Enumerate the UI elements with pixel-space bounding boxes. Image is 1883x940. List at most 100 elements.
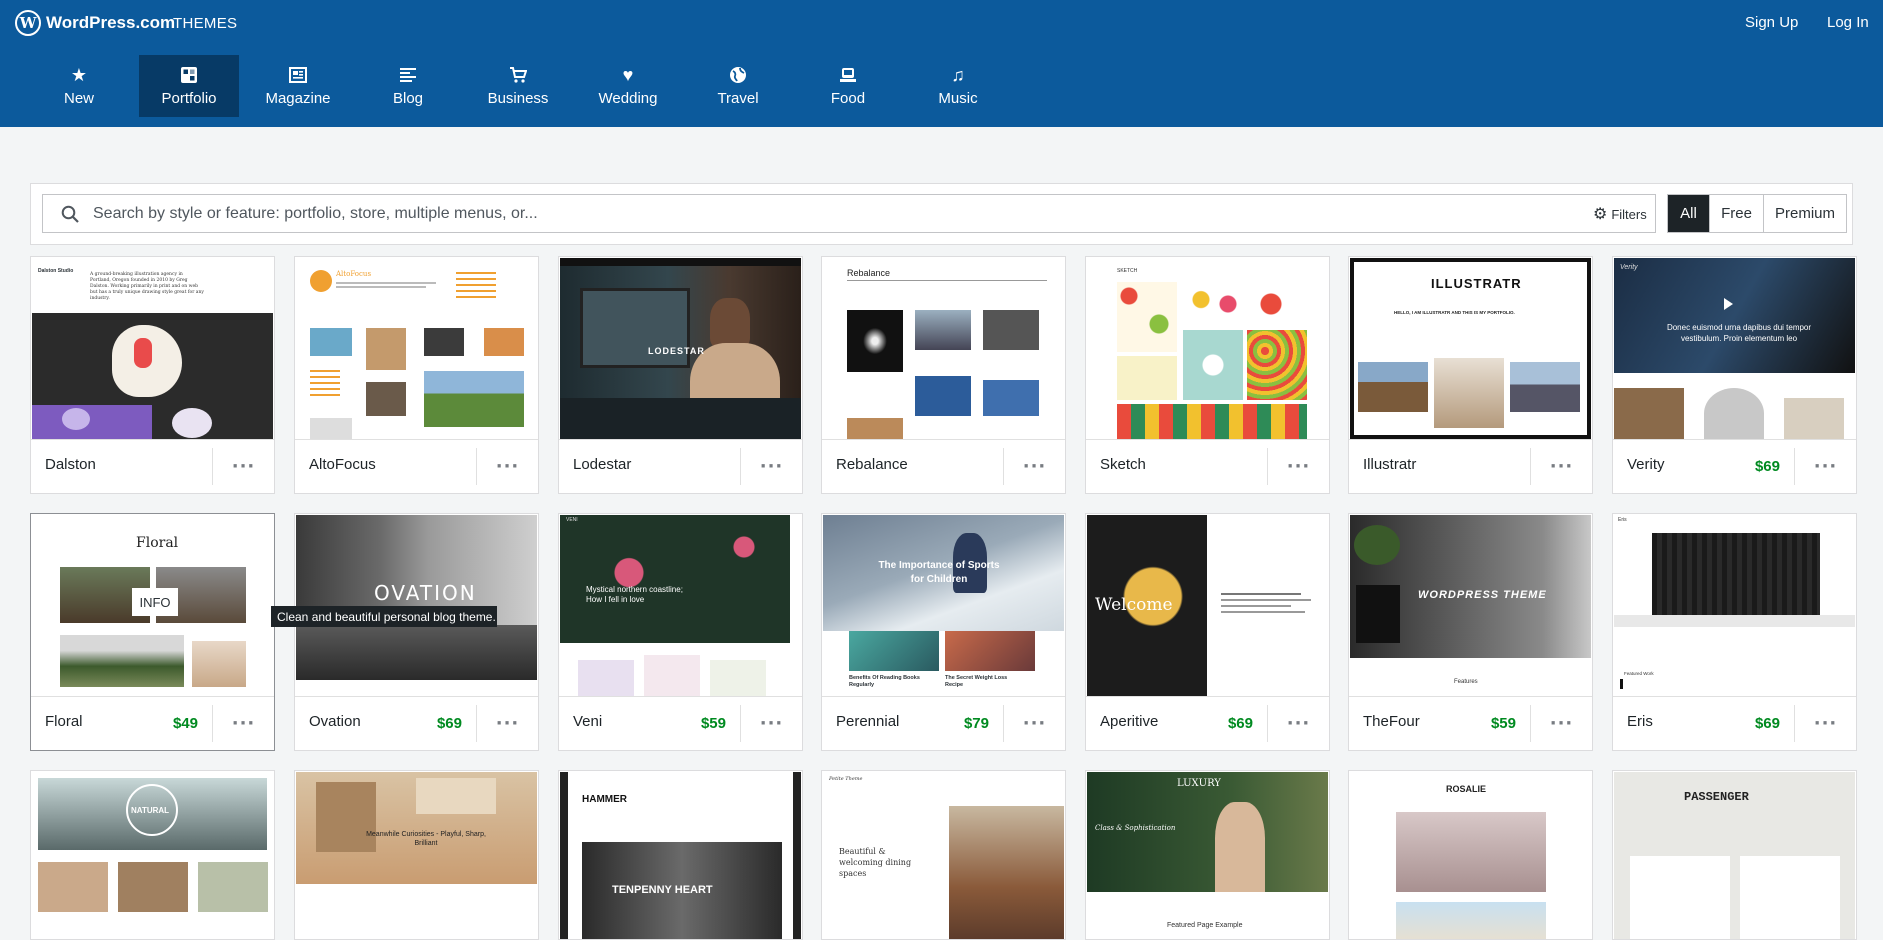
theme-name[interactable]: Aperitive — [1100, 713, 1158, 730]
theme-card-floral[interactable]: Floral INFO Floral $49 ··· — [30, 513, 275, 751]
more-options-button[interactable]: ··· — [1794, 448, 1856, 485]
theme-info-bar: Dalston ··· — [31, 439, 274, 493]
more-options-button[interactable]: ··· — [1530, 705, 1592, 742]
theme-card-eris[interactable]: Eris Featured Work Eris $69 ··· — [1612, 513, 1857, 751]
search-icon[interactable] — [61, 205, 79, 223]
theme-screenshot[interactable]: Floral INFO — [32, 515, 273, 696]
price-filter-free[interactable]: Free — [1709, 195, 1763, 232]
preview-text: A ground-breaking illustration agency in… — [90, 272, 204, 301]
theme-name[interactable]: Dalston — [45, 456, 96, 473]
theme-card-hammer[interactable]: HAMMER TENPENNY HEART — [558, 770, 803, 940]
category-new[interactable]: ★ New — [29, 55, 129, 117]
info-badge[interactable]: INFO — [132, 588, 178, 616]
theme-screenshot[interactable]: VENI Mystical northern coastline; How I … — [560, 515, 801, 696]
theme-card-meanwhile[interactable]: Meanwhile Curiosities - Playful, Sharp, … — [294, 770, 539, 940]
theme-card-sketch[interactable]: SKETCH Sketch ··· — [1085, 256, 1330, 494]
theme-name[interactable]: Verity — [1627, 456, 1665, 473]
price-filter-premium[interactable]: Premium — [1763, 195, 1846, 232]
category-wedding[interactable]: ♥ Wedding — [578, 55, 678, 117]
theme-name[interactable]: Perennial — [836, 713, 899, 730]
search-input[interactable] — [93, 196, 1533, 231]
category-label: New — [63, 90, 94, 107]
more-options-button[interactable]: ··· — [1530, 448, 1592, 485]
price-filter-all[interactable]: All — [1668, 195, 1709, 232]
theme-screenshot[interactable]: LODESTAR — [560, 258, 801, 439]
theme-name[interactable]: Rebalance — [836, 456, 908, 473]
theme-screenshot[interactable]: Welcome — [1087, 515, 1328, 696]
more-options-button[interactable]: ··· — [1794, 705, 1856, 742]
theme-screenshot[interactable]: Meanwhile Curiosities - Playful, Sharp, … — [296, 772, 537, 939]
theme-name[interactable]: Floral — [45, 713, 83, 730]
theme-screenshot[interactable]: SKETCH — [1087, 258, 1328, 439]
category-food[interactable]: Food — [798, 55, 898, 117]
category-music[interactable]: ♫ Music — [908, 55, 1008, 117]
theme-name[interactable]: Illustratr — [1363, 456, 1416, 473]
theme-screenshot[interactable]: Rebalance — [823, 258, 1064, 439]
category-label: Blog — [392, 90, 424, 107]
theme-name[interactable]: Sketch — [1100, 456, 1146, 473]
theme-card-dalston[interactable]: Dalston Studio A ground-breaking illustr… — [30, 256, 275, 494]
theme-screenshot[interactable]: Verity Donec euismod urna dapibus dui te… — [1614, 258, 1855, 439]
category-magazine[interactable]: Magazine — [248, 55, 348, 117]
filters-button[interactable]: ⚙ Filters — [1593, 205, 1647, 223]
theme-card-rosalie[interactable]: ROSALIE — [1348, 770, 1593, 940]
theme-card-lodestar[interactable]: LODESTAR Lodestar ··· — [558, 256, 803, 494]
theme-card-perennial[interactable]: The Importance of Sports for Children Be… — [821, 513, 1066, 751]
theme-name[interactable]: Veni — [573, 713, 602, 730]
theme-screenshot[interactable]: LUXURY Class & Sophistication Featured P… — [1087, 772, 1328, 939]
theme-screenshot[interactable]: ROSALIE — [1350, 772, 1591, 939]
theme-card-aperitive[interactable]: Welcome Aperitive $69 ··· — [1085, 513, 1330, 751]
more-options-button[interactable]: ··· — [740, 448, 802, 485]
theme-card-thefour[interactable]: WORDPRESS THEME Features TheFour $59 ··· — [1348, 513, 1593, 751]
theme-card-ovation[interactable]: OVATION Ovation $69 ··· — [294, 513, 539, 751]
theme-card-verity[interactable]: Verity Donec euismod urna dapibus dui te… — [1612, 256, 1857, 494]
theme-name[interactable]: Lodestar — [573, 456, 631, 473]
theme-card-rebalance[interactable]: Rebalance Rebalance ··· — [821, 256, 1066, 494]
portfolio-icon — [179, 65, 199, 85]
theme-screenshot[interactable]: Petite Theme Beautiful & welcoming dinin… — [823, 772, 1064, 939]
theme-name[interactable]: Eris — [1627, 713, 1653, 730]
category-business[interactable]: Business — [468, 55, 568, 117]
star-icon: ★ — [70, 65, 88, 85]
sign-up-link[interactable]: Sign Up — [1745, 14, 1798, 31]
more-options-button[interactable]: ··· — [740, 705, 802, 742]
category-label: Music — [938, 90, 978, 107]
themes-link[interactable]: THEMES — [173, 15, 237, 32]
more-options-button[interactable]: ··· — [1267, 448, 1329, 485]
theme-name[interactable]: TheFour — [1363, 713, 1420, 730]
more-options-button[interactable]: ··· — [212, 448, 274, 485]
more-options-button[interactable]: ··· — [1267, 705, 1329, 742]
theme-name[interactable]: AltoFocus — [309, 456, 376, 473]
theme-name[interactable]: Ovation — [309, 713, 361, 730]
theme-card-altofocus[interactable]: AltoFocus AltoFocus ··· — [294, 256, 539, 494]
category-portfolio[interactable]: Portfolio — [139, 55, 239, 117]
theme-price: $79 — [963, 715, 989, 732]
log-in-link[interactable]: Log In — [1827, 14, 1869, 31]
more-options-button[interactable]: ··· — [1003, 705, 1065, 742]
theme-card-veni[interactable]: VENI Mystical northern coastline; How I … — [558, 513, 803, 751]
theme-screenshot[interactable]: Dalston Studio A ground-breaking illustr… — [32, 258, 273, 439]
wordpress-logo-icon[interactable]: W — [15, 10, 41, 36]
theme-info-bar: Illustratr ··· — [1349, 439, 1592, 493]
more-options-button[interactable]: ··· — [476, 705, 538, 742]
theme-screenshot[interactable]: AltoFocus — [296, 258, 537, 439]
theme-card-illustratr[interactable]: ILLUSTRATR HELLO, I AM ILLUSTRATR AND TH… — [1348, 256, 1593, 494]
more-options-button[interactable]: ··· — [212, 705, 274, 742]
theme-screenshot[interactable]: NATURAL — [32, 772, 273, 939]
theme-screenshot[interactable]: Eris Featured Work — [1614, 515, 1855, 696]
theme-screenshot[interactable]: WORDPRESS THEME Features — [1350, 515, 1591, 696]
more-options-button[interactable]: ··· — [476, 448, 538, 485]
category-travel[interactable]: Travel — [688, 55, 788, 117]
brand-name[interactable]: WordPress.com — [46, 13, 175, 33]
more-options-button[interactable]: ··· — [1003, 448, 1065, 485]
theme-info-bar: Rebalance ··· — [822, 439, 1065, 493]
theme-card-passenger[interactable]: PASSENGER — [1612, 770, 1857, 940]
theme-card-petite[interactable]: Petite Theme Beautiful & welcoming dinin… — [821, 770, 1066, 940]
theme-card-natural[interactable]: NATURAL — [30, 770, 275, 940]
theme-card-luxury[interactable]: LUXURY Class & Sophistication Featured P… — [1085, 770, 1330, 940]
theme-screenshot[interactable]: ILLUSTRATR HELLO, I AM ILLUSTRATR AND TH… — [1350, 258, 1591, 439]
theme-screenshot[interactable]: PASSENGER — [1614, 772, 1855, 939]
theme-screenshot[interactable]: HAMMER TENPENNY HEART — [560, 772, 801, 939]
category-blog[interactable]: Blog — [358, 55, 458, 117]
theme-screenshot[interactable]: The Importance of Sports for Children Be… — [823, 515, 1064, 696]
